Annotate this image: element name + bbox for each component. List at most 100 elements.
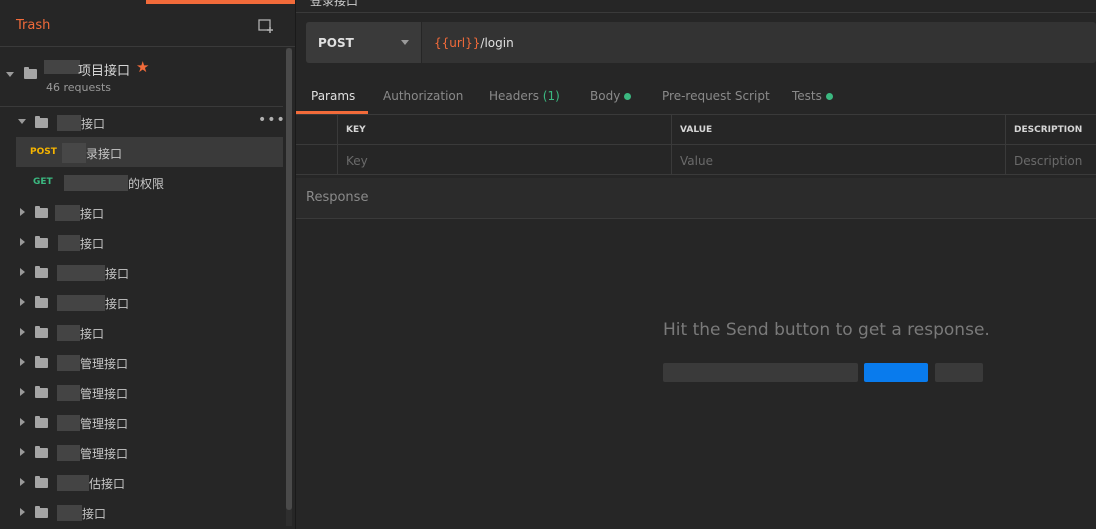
params-table: KEY VALUE DESCRIPTION Key Value Descript… (296, 114, 1096, 177)
redacted-block (57, 265, 105, 281)
expand-caret-icon[interactable] (20, 418, 25, 426)
method-badge-post: POST (30, 147, 57, 157)
folder-row[interactable]: 接口 (0, 287, 283, 317)
trash-row[interactable]: Trash (0, 4, 295, 47)
expand-caret-icon[interactable] (20, 508, 25, 516)
tab-headers[interactable]: Headers (1) (489, 89, 560, 103)
folder-icon (35, 326, 48, 338)
key-input[interactable]: Key (338, 145, 672, 175)
method-badge-get: GET (33, 177, 53, 187)
folder-icon (35, 416, 48, 428)
redacted-block (57, 115, 81, 131)
tab-headers-label: Headers (489, 89, 539, 103)
placeholder-bar-small (935, 363, 983, 382)
request-title[interactable]: 登录接口 (310, 0, 358, 9)
folder-label: 接口 (105, 267, 130, 281)
folder-label: 管理接口 (80, 387, 129, 401)
key-header-label: KEY (346, 125, 366, 135)
folder-label: 管理接口 (80, 417, 129, 431)
headers-count: (1) (542, 89, 560, 103)
tab-params[interactable]: Params (311, 89, 355, 103)
expand-caret-icon[interactable] (20, 388, 25, 396)
expand-caret-icon[interactable] (20, 448, 25, 456)
redacted-block (57, 325, 80, 341)
redacted-block (57, 415, 80, 431)
placeholder-send-button (864, 363, 928, 382)
collection-request-count: 46 requests (46, 81, 112, 94)
collection-header[interactable]: 项目接口 ★ 46 requests (0, 50, 283, 107)
description-input[interactable]: Description (1006, 145, 1096, 175)
folder-icon (35, 266, 48, 278)
expand-caret-icon[interactable] (20, 238, 25, 246)
sidebar-scroll-thumb[interactable] (286, 48, 292, 510)
folder-row[interactable]: 接口 (0, 497, 283, 527)
expand-caret-icon[interactable] (20, 358, 25, 366)
description-placeholder: Description (1014, 154, 1083, 168)
status-dot-icon (624, 93, 632, 100)
folder-icon (35, 206, 48, 218)
folder-row[interactable]: 接口 (0, 317, 283, 347)
folder-row[interactable]: 估接口 (0, 467, 283, 497)
collapse-caret-icon[interactable] (18, 119, 26, 124)
url-path: /login (480, 36, 514, 50)
folder-row[interactable]: 管理接口 (0, 407, 283, 437)
tab-body-label: Body (590, 89, 621, 103)
tab-body[interactable]: Body (590, 89, 632, 103)
star-icon[interactable]: ★ (136, 58, 149, 76)
folder-label: 接口 (105, 297, 130, 311)
value-header-label: VALUE (680, 125, 713, 135)
folder-label: 接口 (82, 507, 107, 521)
tab-tests[interactable]: Tests (792, 89, 833, 103)
value-placeholder: Value (680, 154, 713, 168)
description-column-header: DESCRIPTION (1006, 115, 1096, 145)
url-input[interactable]: {{url}}/login (434, 36, 514, 50)
redacted-block (57, 355, 80, 371)
redacted-block (64, 175, 128, 191)
folder-label: 管理接口 (80, 447, 129, 461)
folder-label: 接口 (81, 117, 106, 131)
response-label: Response (306, 190, 369, 205)
redacted-block (57, 385, 80, 401)
new-collection-icon[interactable] (258, 18, 274, 34)
folder-icon (35, 116, 48, 128)
expand-caret-icon[interactable] (20, 268, 25, 276)
folder-icon (35, 296, 48, 308)
redacted-block (57, 445, 80, 461)
value-input[interactable]: Value (672, 145, 1006, 175)
folder-label: 接口 (80, 327, 105, 341)
expand-caret-icon[interactable] (20, 328, 25, 336)
row-select-header (296, 115, 338, 145)
collection-title: 项目接口 (78, 64, 131, 79)
folder-row[interactable]: 管理接口 (0, 437, 283, 467)
request-label: 的权限 (128, 177, 165, 191)
folder-row[interactable]: 接口 (0, 257, 283, 287)
method-dropdown[interactable]: POST (306, 22, 422, 63)
redacted-block (55, 205, 80, 221)
expand-caret-icon[interactable] (20, 478, 25, 486)
request-row-selected[interactable]: POST 录接口 (16, 137, 283, 167)
redacted-block (57, 295, 105, 311)
chevron-down-icon (401, 40, 409, 45)
request-row[interactable]: GET 的权限 (0, 167, 283, 197)
folder-row[interactable]: 管理接口 (0, 347, 283, 377)
expand-caret-icon[interactable] (20, 208, 25, 216)
redacted-block (58, 235, 80, 251)
tab-authorization[interactable]: Authorization (383, 89, 463, 103)
folder-row[interactable]: 接口 (0, 197, 283, 227)
folder-row[interactable]: 接口 (0, 227, 283, 257)
folder-icon (35, 446, 48, 458)
expand-caret-icon[interactable] (20, 298, 25, 306)
trash-label[interactable]: Trash (16, 18, 50, 33)
tab-pre-request-script[interactable]: Pre-request Script (662, 89, 770, 103)
redacted-block (62, 143, 86, 163)
key-placeholder: Key (346, 154, 368, 168)
redacted-block (57, 505, 82, 521)
request-tabs: Params Authorization Headers (1) Body Pr… (296, 82, 1096, 114)
folder-row[interactable]: 管理接口 (0, 377, 283, 407)
collection-folder-icon (24, 67, 37, 79)
more-options-icon[interactable]: ••• (258, 112, 286, 128)
row-select-cell[interactable] (296, 145, 338, 175)
folder-label: 估接口 (89, 477, 126, 491)
folder-row[interactable]: 接口 ••• (0, 107, 286, 137)
collapse-caret-icon[interactable] (6, 72, 14, 77)
